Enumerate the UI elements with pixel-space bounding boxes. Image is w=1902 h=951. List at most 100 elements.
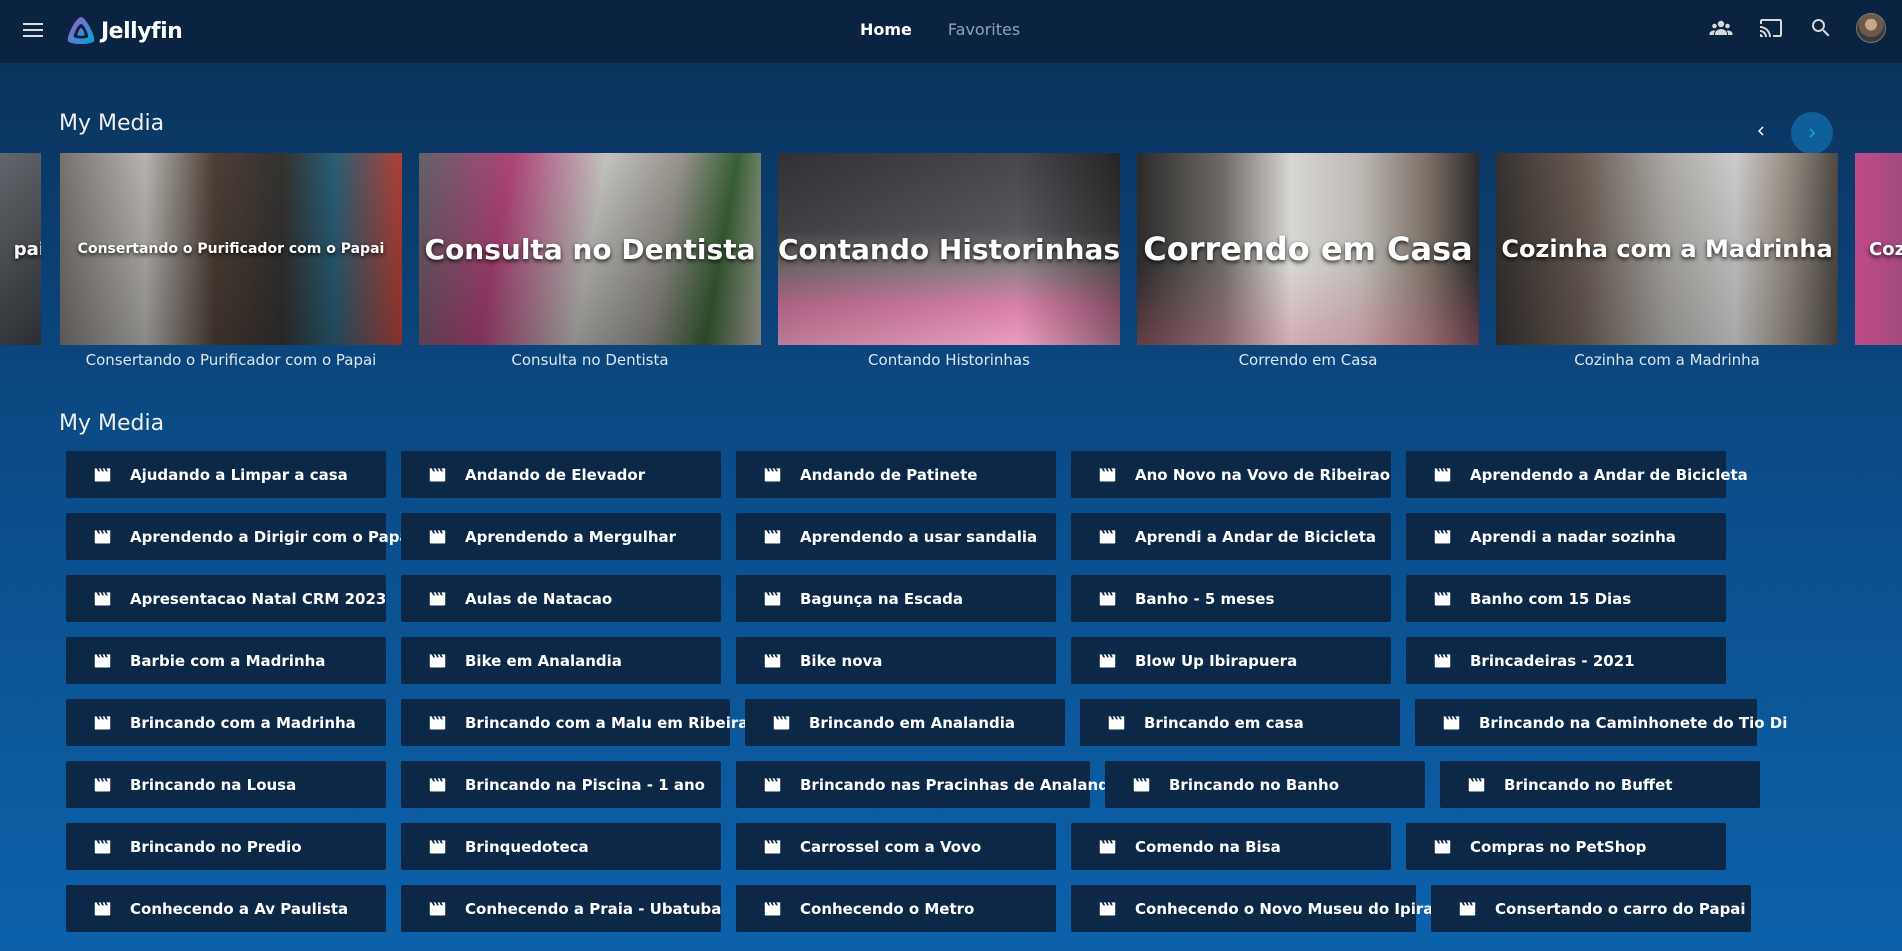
chevron-left-icon [1758, 126, 1764, 136]
movie-icon [764, 654, 781, 668]
card-caption[interactable]: Consertando o Purificador com o Papai [60, 351, 402, 369]
library-item[interactable]: Brincando nas Pracinhas de Analandia [736, 761, 1124, 808]
library-item[interactable]: Andando de Elevador [401, 451, 721, 498]
library-item[interactable]: Banho com 15 Dias [1406, 575, 1726, 622]
media-card[interactable]: Correndo em Casa Correndo em Casa [1137, 153, 1479, 369]
library-row: Ajudando a Limpar a casa Andando de Eleva… [66, 451, 1866, 498]
user-avatar[interactable] [1856, 13, 1886, 43]
library-item[interactable]: Comendo na Bisa [1071, 823, 1391, 870]
library-item-label: Brincando no Predio [130, 837, 302, 856]
card-caption[interactable]: Consulta no Dentista [419, 351, 761, 369]
library-item-label: Banho com 15 Dias [1470, 589, 1632, 608]
library-item-label: Brincando no Buffet [1504, 775, 1673, 794]
library-item[interactable]: Bagunça na Escada [736, 575, 1056, 622]
card-caption[interactable]: Correndo em Casa [1137, 351, 1479, 369]
library-item[interactable]: Compras no PetShop [1406, 823, 1726, 870]
library-item[interactable]: Brincando com a Madrinha [66, 699, 386, 746]
library-item[interactable]: Apresentacao Natal CRM 2023 [66, 575, 386, 622]
library-item[interactable]: Aprendi a Andar de Bicicleta [1071, 513, 1391, 560]
media-card[interactable]: Cozinha com a Madrinha Cozinha com a Mad… [1496, 153, 1838, 369]
card-overlay-title: Contando Historinhas [778, 232, 1120, 266]
card-thumbnail: Contando Historinhas [778, 153, 1120, 345]
library-item-label: Conhecendo o Novo Museu do Ipiranga [1135, 899, 1465, 918]
movie-icon [94, 654, 111, 668]
jellyfin-logo-icon [67, 17, 95, 44]
movie-icon [1108, 716, 1125, 730]
media-card[interactable]: Consulta no Dentista Consulta no Dentist… [419, 153, 761, 369]
library-item-label: Barbie com a Madrinha [130, 651, 326, 670]
library-item[interactable]: Aulas de Natacao [401, 575, 721, 622]
media-card[interactable]: pai [0, 153, 41, 345]
library-item[interactable]: Aprendi a nadar sozinha [1406, 513, 1726, 560]
library-item[interactable]: Brincando em casa [1080, 699, 1400, 746]
users-icon[interactable] [1706, 13, 1736, 43]
library-item[interactable]: Barbie com a Madrinha [66, 637, 386, 684]
library-item[interactable]: Aprendendo a Mergulhar [401, 513, 721, 560]
library-item[interactable]: Conhecendo a Av Paulista [66, 885, 386, 932]
jellyfin-logo[interactable]: Jellyfin [65, 15, 183, 47]
movie-icon [764, 592, 781, 606]
library-item[interactable]: Carrossel com a Vovo [736, 823, 1056, 870]
library-item-label: Aprendendo a Dirigir com o Papai [130, 527, 415, 546]
library-item[interactable]: Brincando na Caminhonete do Tio Di [1415, 699, 1787, 746]
card-thumbnail: Cozinha com a Madrinha [1496, 153, 1838, 345]
library-item-label: Brincando em Analandia [809, 713, 1015, 732]
library-item[interactable]: Aprendendo a Andar de Bicicleta [1406, 451, 1748, 498]
tab-favorites[interactable]: Favorites [948, 20, 1020, 39]
library-item[interactable]: Bike em Analandia [401, 637, 721, 684]
carousel-next-button[interactable] [1791, 112, 1833, 154]
tab-home[interactable]: Home [860, 20, 912, 39]
library-row: Conhecendo a Av Paulista Conhecendo a Pra… [66, 885, 1866, 932]
library-item-label: Conhecendo o Metro [800, 899, 975, 918]
library-list: Ajudando a Limpar a casa Andando de Eleva… [66, 451, 1866, 947]
library-item[interactable]: Conhecendo a Praia - Ubatuba [401, 885, 721, 932]
library-item[interactable]: Conhecendo o Novo Museu do Ipiranga [1071, 885, 1465, 932]
movie-icon [764, 530, 781, 544]
library-item[interactable]: Brincando com a Malu em Ribeirao [401, 699, 759, 746]
library-item[interactable]: Brincando no Banho [1105, 761, 1425, 808]
library-item[interactable]: Blow Up Ibirapuera [1071, 637, 1391, 684]
library-item-label: Ajudando a Limpar a casa [130, 465, 348, 484]
movie-icon [1099, 592, 1116, 606]
library-item[interactable]: Aprendendo a Dirigir com o Papai [66, 513, 415, 560]
card-caption[interactable]: Cozinha com a Madrinha [1496, 351, 1838, 369]
library-item[interactable]: Consertando o carro do Papai [1431, 885, 1751, 932]
movie-icon [1099, 840, 1116, 854]
library-item-label: Brincando nas Pracinhas de Analandia [800, 775, 1125, 794]
library-item[interactable]: Banho - 5 meses [1071, 575, 1391, 622]
library-item[interactable]: Brincando na Piscina - 1 ano [401, 761, 721, 808]
library-item[interactable]: Brincando em Analandia [745, 699, 1065, 746]
search-icon[interactable] [1806, 13, 1836, 43]
media-card[interactable]: Coz [1855, 153, 1902, 345]
media-card[interactable]: Contando Historinhas Contando Historinha… [778, 153, 1120, 369]
library-item[interactable]: Brincadeiras - 2021 [1406, 637, 1726, 684]
library-item[interactable]: Brincando na Lousa [66, 761, 386, 808]
library-item-label: Brincando na Caminhonete do Tio Di [1479, 713, 1788, 732]
movie-icon [94, 778, 111, 792]
library-item-label: Compras no PetShop [1470, 837, 1647, 856]
library-item[interactable]: Ajudando a Limpar a casa [66, 451, 386, 498]
card-caption[interactable]: Contando Historinhas [778, 351, 1120, 369]
card-overlay-title: Correndo em Casa [1143, 230, 1473, 268]
library-item-label: Apresentacao Natal CRM 2023 [130, 589, 387, 608]
movie-icon [1434, 654, 1451, 668]
library-item[interactable]: Bike nova [736, 637, 1056, 684]
cast-icon[interactable] [1756, 13, 1786, 43]
library-item[interactable]: Brincando no Predio [66, 823, 386, 870]
library-item-label: Banho - 5 meses [1135, 589, 1275, 608]
library-item-label: Blow Up Ibirapuera [1135, 651, 1298, 670]
library-item[interactable]: Ano Novo na Vovo de Ribeirao [1071, 451, 1391, 498]
library-item[interactable]: Brincando no Buffet [1440, 761, 1760, 808]
library-item-label: Andando de Elevador [465, 465, 646, 484]
library-row: Aprendendo a Dirigir com o Papai Aprenden… [66, 513, 1866, 560]
library-item[interactable]: Aprendendo a usar sandalia [736, 513, 1056, 560]
media-card[interactable]: Consertando o Purificador com o Papai Co… [60, 153, 402, 369]
carousel-prev-button[interactable] [1742, 112, 1780, 150]
movie-icon [429, 530, 446, 544]
movie-icon [429, 902, 446, 916]
library-item[interactable]: Brinquedoteca [401, 823, 721, 870]
library-item[interactable]: Conhecendo o Metro [736, 885, 1056, 932]
media-carousel: pai Consertando o Purificador com o Papa… [0, 153, 1902, 383]
menu-icon[interactable] [20, 19, 46, 45]
library-item[interactable]: Andando de Patinete [736, 451, 1056, 498]
